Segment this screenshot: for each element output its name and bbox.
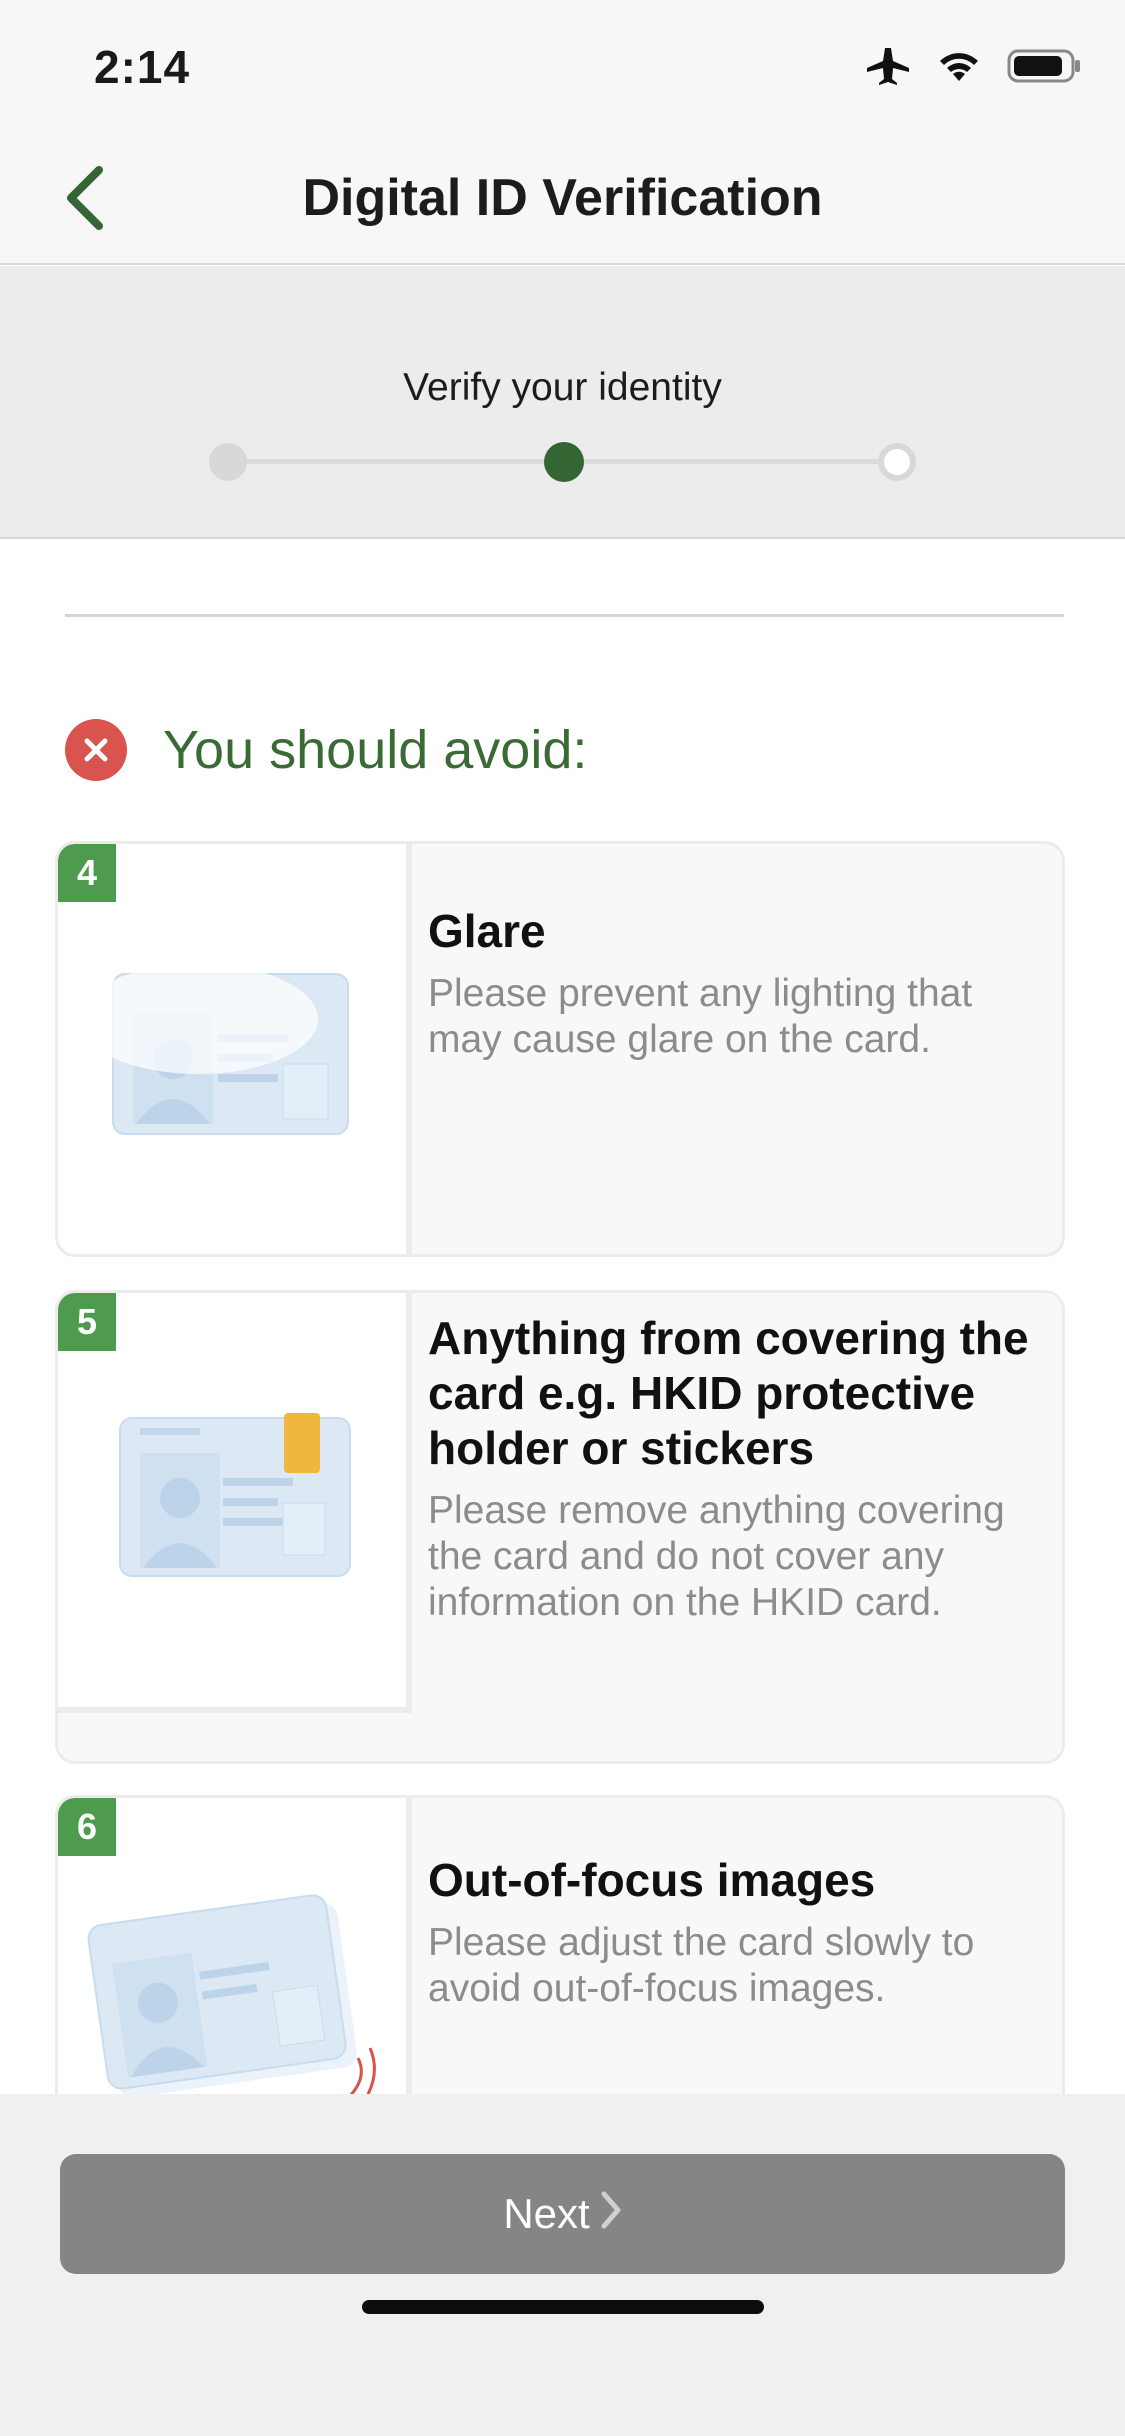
status-icons <box>865 46 1081 91</box>
tip-text: Out-of-focus images Please adjust the ca… <box>428 1853 1032 2012</box>
status-time: 2:14 <box>94 41 191 93</box>
tip-title: Anything from covering the card e.g. HKI… <box>428 1312 1029 1474</box>
tip-number-badge: 5 <box>58 1293 116 1351</box>
tip-text: Anything from covering the card e.g. HKI… <box>428 1311 1032 1626</box>
tip-card-glare: 4 Glare Please prevent any lighting that… <box>55 841 1065 1257</box>
navigation-bar: Digital ID Verification <box>0 132 1125 265</box>
home-indicator[interactable] <box>362 2300 764 2314</box>
id-card-covered-illustration <box>58 1293 412 1713</box>
tip-number-badge: 4 <box>58 844 116 902</box>
tip-title: Glare <box>428 905 546 957</box>
avoid-header: You should avoid: <box>65 719 587 781</box>
page-title: Digital ID Verification <box>302 169 823 227</box>
status-bar: 2:14 <box>0 0 1125 132</box>
progress-label: Verify your identity <box>403 366 722 409</box>
tip-description: Please remove anything covering the card… <box>428 1489 1005 1624</box>
airplane-icon <box>865 46 911 91</box>
next-button[interactable]: Next <box>60 2154 1065 2274</box>
avoid-title: You should avoid: <box>163 720 588 780</box>
wifi-icon <box>937 49 981 88</box>
progress-step-3 <box>878 443 916 481</box>
progress-step-1 <box>209 443 247 481</box>
tip-description: Please adjust the card slowly to avoid o… <box>428 1921 975 2010</box>
tip-card-covering: 5 Anything from covering the card e.g. H… <box>55 1290 1065 1764</box>
chevron-right-icon <box>600 2187 622 2242</box>
tip-text: Glare Please prevent any lighting that m… <box>428 904 1032 1063</box>
tip-card-out-of-focus: 6 Out-of-focus images Please adjust the … <box>55 1795 1065 2094</box>
progress-section: Verify your identity <box>0 266 1125 539</box>
id-card-glare-illustration <box>58 844 412 1254</box>
tip-title: Out-of-focus images <box>428 1854 876 1906</box>
divider <box>65 614 1064 617</box>
scroll-content[interactable]: You should avoid: 4 Glare Please prevent… <box>0 541 1125 2094</box>
x-circle-icon <box>65 719 127 781</box>
tip-number-badge: 6 <box>58 1798 116 1856</box>
footer: Next <box>0 2094 1125 2436</box>
progress-step-2 <box>544 442 584 482</box>
battery-icon <box>1007 48 1081 89</box>
tip-description: Please prevent any lighting that may cau… <box>428 972 973 1061</box>
next-button-label: Next <box>503 2190 590 2237</box>
